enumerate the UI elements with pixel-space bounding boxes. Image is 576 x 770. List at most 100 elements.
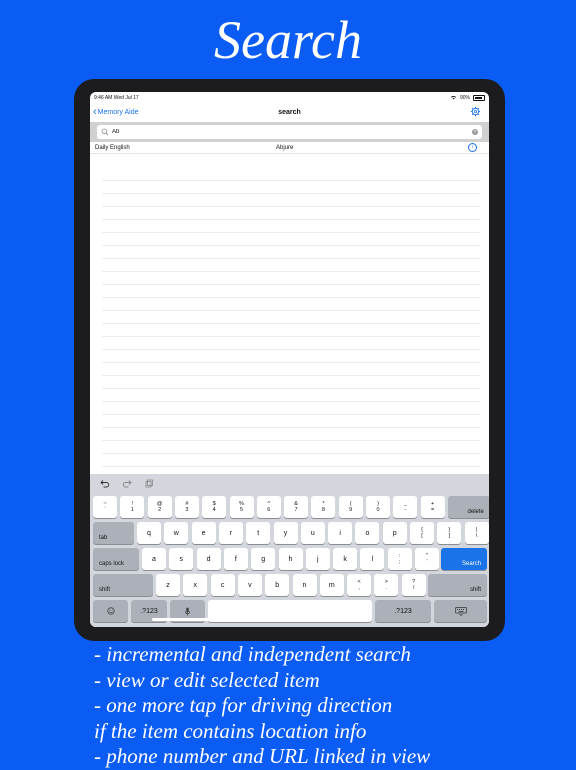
search-bar: × <box>90 122 489 142</box>
tablet-frame: 9:46 AM Wed Jul 17 90% ‹ Memory Aide sea… <box>74 79 505 641</box>
keyboard-row: .?123 .?123 <box>90 600 489 622</box>
result-row[interactable]: Daily English Abjure i <box>90 142 489 154</box>
feature-list: - incremental and independent search - v… <box>94 642 564 770</box>
key-punct[interactable]: ? / <box>401 574 426 596</box>
key-d[interactable]: d <box>196 548 221 570</box>
shift-right-key[interactable]: shift <box>428 574 487 596</box>
feature-item: - phone number and URL linked in view <box>94 744 431 768</box>
list-separator <box>102 389 480 402</box>
result-category: Daily English <box>95 144 130 151</box>
key-x[interactable]: x <box>183 574 208 596</box>
search-input[interactable] <box>112 129 472 135</box>
key-4[interactable]: $4 <box>202 496 227 518</box>
delete-key[interactable]: delete <box>447 496 489 518</box>
keyboard-row: shift z x c v b n m <, >.? / shift <box>90 574 489 596</box>
key-g[interactable]: g <box>251 548 276 570</box>
list-separator <box>102 350 480 363</box>
key-=[interactable]: + = <box>420 496 445 518</box>
list-separator <box>102 454 480 467</box>
list-separator <box>102 272 480 285</box>
key-z[interactable]: z <box>156 574 180 596</box>
result-word: Abjure <box>276 144 294 151</box>
key-t[interactable]: t <box>246 522 271 544</box>
key-u[interactable]: u <box>300 522 325 544</box>
undo-icon[interactable] <box>100 479 110 488</box>
key-q[interactable]: q <box>137 522 161 544</box>
numbers-key-right[interactable]: .?123 <box>375 600 431 622</box>
key-i[interactable]: i <box>328 522 353 544</box>
key-m[interactable]: m <box>319 574 344 596</box>
status-time: 9:46 AM <box>94 94 113 101</box>
key-r[interactable]: r <box>218 522 243 544</box>
redo-icon[interactable] <box>122 479 132 488</box>
key-0[interactable]: ) 0 <box>366 496 390 518</box>
keyboard-hide-icon <box>454 606 467 616</box>
emoji-key[interactable] <box>93 600 128 622</box>
key-b[interactable]: b <box>265 574 290 596</box>
key-6[interactable]: ^ 6 <box>256 496 281 518</box>
key-e[interactable]: e <box>191 522 216 544</box>
key-1[interactable]: ! 1 <box>120 496 145 518</box>
list-separator <box>102 402 480 415</box>
key-f[interactable]: f <box>223 548 248 570</box>
keyboard-row: ~ `! 1 @2 #3 $4% 5 ^ 6 & 7 * 8(9) 0 _ - + = delete <box>90 496 489 518</box>
caps-lock-key[interactable]: caps lock <box>93 548 139 570</box>
key-l[interactable]: l <box>360 548 385 570</box>
key-`[interactable]: ~ ` <box>93 496 117 518</box>
key-n[interactable]: n <box>292 574 317 596</box>
search-icon <box>101 128 109 136</box>
key-p[interactable]: p <box>382 522 407 544</box>
key-a[interactable]: a <box>142 548 166 570</box>
shift-left-key[interactable]: shift <box>93 574 153 596</box>
list-separator <box>102 220 480 233</box>
search-field[interactable]: × <box>97 125 482 139</box>
key-[[interactable]: {[ <box>410 522 434 544</box>
gear-icon[interactable] <box>470 106 481 117</box>
key-8[interactable]: * 8 <box>311 496 336 518</box>
key-v[interactable]: v <box>237 574 262 596</box>
hide-keyboard-key[interactable] <box>434 600 487 622</box>
key-y[interactable]: y <box>273 522 298 544</box>
key-h[interactable]: h <box>278 548 303 570</box>
list-separator <box>102 194 480 207</box>
key-9[interactable]: (9 <box>338 496 363 518</box>
list-separator <box>102 285 480 298</box>
key-punct[interactable]: >. <box>374 574 399 596</box>
key-7[interactable]: & 7 <box>284 496 309 518</box>
list-separator <box>102 233 480 246</box>
key-punct[interactable]: " ' <box>415 548 439 570</box>
feature-item: if the item contains location info <box>94 718 367 743</box>
key-5[interactable]: % 5 <box>229 496 254 518</box>
keyboard-row: caps lock a s d f g h j k l:; " ' Search <box>90 548 489 570</box>
key-\[interactable]: | \ <box>464 522 489 544</box>
key-j[interactable]: j <box>305 548 330 570</box>
list-separator <box>102 207 480 220</box>
clear-search-icon[interactable]: × <box>472 129 478 135</box>
key-c[interactable]: c <box>210 574 235 596</box>
back-button[interactable]: ‹ Memory Aide <box>93 106 139 118</box>
key-3[interactable]: #3 <box>174 496 199 518</box>
key-k[interactable]: k <box>333 548 358 570</box>
list-separator <box>102 168 480 181</box>
key-][interactable]: }] <box>437 522 462 544</box>
key-punct[interactable]: <, <box>347 574 372 596</box>
tab-key[interactable]: tab <box>93 522 134 544</box>
key-s[interactable]: s <box>169 548 194 570</box>
key-w[interactable]: w <box>164 522 189 544</box>
search-key[interactable]: Search <box>441 548 487 570</box>
battery-icon <box>473 94 485 101</box>
chevron-left-icon: ‹ <box>93 106 97 118</box>
list-separator <box>102 415 480 428</box>
feature-item: - incremental and independent search <box>94 642 411 666</box>
key-punct[interactable]: :; <box>387 548 412 570</box>
home-indicator <box>152 618 270 621</box>
page-title: search <box>278 108 301 116</box>
key--[interactable]: _ - <box>393 496 418 518</box>
paste-icon[interactable] <box>144 479 154 488</box>
info-icon[interactable]: i <box>468 143 477 152</box>
key-o[interactable]: o <box>355 522 380 544</box>
keyboard: ~ `! 1 @2 #3 $4% 5 ^ 6 & 7 * 8(9) 0 _ - + = delete tab q w e r t… <box>90 474 489 627</box>
list-separator <box>102 181 480 194</box>
key-2[interactable]: @2 <box>147 496 172 518</box>
list-separator <box>102 376 480 389</box>
